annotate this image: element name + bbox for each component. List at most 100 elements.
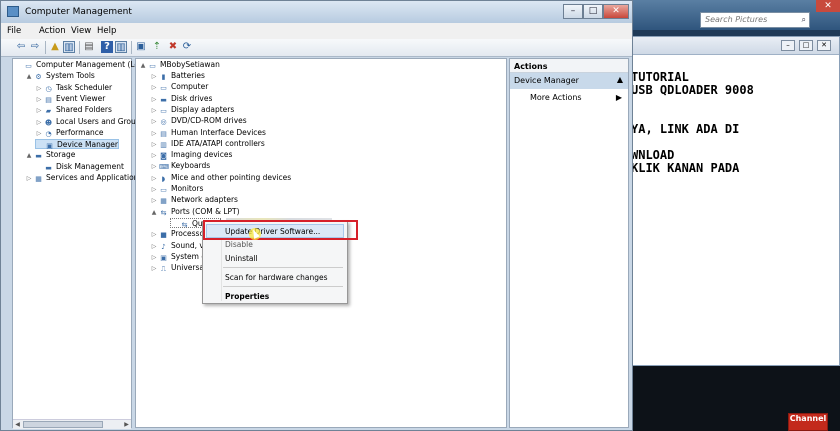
menu-action[interactable]: Action <box>39 26 66 36</box>
computer-management-icon <box>7 6 19 17</box>
tree-item-label: Event Viewer <box>56 93 106 103</box>
tree-item[interactable]: ▷ ▰ Shared Folders <box>35 105 112 115</box>
close-button[interactable]: ✕ <box>603 4 629 19</box>
expand-icon[interactable]: ▷ <box>150 140 158 150</box>
network-icon: ▦ <box>160 197 167 206</box>
show-hide-tree-icon[interactable]: ▥ <box>63 41 75 53</box>
expand-icon[interactable]: ▷ <box>150 151 158 161</box>
scan-hardware-icon[interactable]: ⟳ <box>181 41 193 53</box>
expand-icon[interactable]: ▷ <box>150 196 158 206</box>
device-category[interactable]: ▷ ▥ IDE ATA/ATAPI controllers <box>150 139 265 149</box>
hid-icon: ▤ <box>160 129 167 138</box>
expand-icon[interactable]: ▷ <box>150 129 158 139</box>
more-actions[interactable]: More Actions ▶ <box>510 91 628 105</box>
computer-icon: ▭ <box>25 62 32 70</box>
device-category[interactable]: ▷ ⎍ Universal <box>150 263 206 273</box>
device-category[interactable]: ▷ ◙ Imaging devices <box>150 150 233 161</box>
show-hide-action-pane-icon[interactable]: ▥ <box>115 41 127 53</box>
tree-item[interactable]: ▷ ▤ Event Viewer <box>35 93 106 105</box>
close-button[interactable]: ✕ <box>817 40 831 51</box>
device-icon[interactable]: ▣ <box>135 41 147 53</box>
expand-icon[interactable]: ▷ <box>35 95 43 105</box>
minimize-button[interactable]: – <box>563 4 583 19</box>
expand-icon[interactable]: ▷ <box>35 84 43 94</box>
maximize-button[interactable]: □ <box>799 40 813 51</box>
tree-item[interactable]: ▷ ☻ Local Users and Groups <box>35 117 145 128</box>
sound-icon: ♪ <box>161 242 166 251</box>
menu-item-uninstall[interactable]: Uninstall <box>225 254 258 263</box>
collapse-icon[interactable]: ▲ <box>139 61 147 71</box>
device-category[interactable]: ▷ ♪ Sound, v <box>150 241 204 251</box>
tree-item[interactable]: ▷ ◔ Performance <box>35 128 104 138</box>
left-horizontal-scrollbar[interactable]: ◀ ▶ <box>13 419 131 429</box>
device-category[interactable]: ▷ ▬ Disk drives <box>150 94 213 105</box>
device-category[interactable]: ▷ ▮ Batteries <box>150 71 205 81</box>
tree-item[interactable]: ▲ ▬ Storage <box>25 150 76 161</box>
device-category[interactable]: ▷ ◎ DVD/CD-ROM drives <box>150 116 247 126</box>
expand-icon[interactable]: ▷ <box>150 174 158 184</box>
tree-item[interactable]: ▣ Device Manager <box>35 139 119 150</box>
device-category[interactable]: ▷ ■ Processo <box>150 229 204 239</box>
search-icon[interactable]: ⌕ <box>802 15 806 25</box>
expand-icon[interactable]: ▷ <box>150 242 158 252</box>
expand-icon[interactable]: ▷ <box>35 106 43 116</box>
expand-icon[interactable]: ▷ <box>150 106 158 116</box>
device-category[interactable]: ▷ ▭ Monitors <box>150 184 204 195</box>
tree-item[interactable]: ▬ Disk Management <box>35 162 124 172</box>
device-category[interactable]: ▷ ⌨ Keyboards <box>150 161 210 171</box>
update-driver-icon[interactable]: ⇡ <box>151 41 163 53</box>
scroll-right-icon[interactable]: ▶ <box>122 420 131 429</box>
close-button[interactable]: ✕ <box>816 0 840 12</box>
collapse-icon[interactable]: ▲ <box>25 72 33 82</box>
device-category[interactable]: ▷ ▭ Display adapters <box>150 105 235 116</box>
device-category[interactable]: ▲ ⇆ Ports (COM & LPT) <box>150 207 240 217</box>
tree-item[interactable]: ▷ ▦ Services and Applications <box>25 173 143 184</box>
uninstall-icon[interactable]: ✖ <box>167 41 179 53</box>
menu-item-properties[interactable]: Properties <box>225 292 269 301</box>
expand-icon[interactable]: ▷ <box>150 95 158 105</box>
menu-item-scan-hardware[interactable]: Scan for hardware changes <box>225 273 328 282</box>
expand-icon[interactable]: ▷ <box>35 118 43 128</box>
device-category[interactable]: ▷ ▦ Network adapters <box>150 195 238 205</box>
device-category[interactable]: ▷ ▭ Computer <box>150 82 209 93</box>
tree-item[interactable]: ▭ Computer Management (Local <box>15 60 150 70</box>
expand-icon[interactable]: ▷ <box>150 264 158 274</box>
search-input[interactable]: Search Pictures ⌕ <box>700 12 810 28</box>
document-window-titlebar: – □ ✕ <box>631 37 839 55</box>
export-list-icon[interactable]: ▤ <box>83 41 95 53</box>
expand-icon[interactable]: ▷ <box>35 129 43 139</box>
expand-icon[interactable]: ▷ <box>150 253 158 263</box>
port-icon: ⇆ <box>160 208 167 217</box>
expand-icon[interactable]: ▷ <box>25 174 33 184</box>
maximize-button[interactable]: □ <box>583 4 603 19</box>
tree-item[interactable]: ▷ ◷ Task Scheduler <box>35 83 112 93</box>
help-icon[interactable]: ? <box>101 41 113 53</box>
actions-device-manager[interactable]: Device Manager ▲ <box>510 73 628 89</box>
expand-icon[interactable]: ▷ <box>150 117 158 127</box>
expand-icon[interactable]: ▷ <box>150 185 158 195</box>
expand-icon[interactable]: ▷ <box>150 83 158 93</box>
expand-icon[interactable]: ▷ <box>150 72 158 82</box>
toolbar-separator <box>131 41 132 54</box>
scrollbar-thumb[interactable] <box>23 421 103 428</box>
up-folder-icon[interactable]: ▲ <box>49 41 61 53</box>
title-bar: Computer Management – □ ✕ <box>1 1 632 23</box>
scroll-left-icon[interactable]: ◀ <box>13 420 22 429</box>
forward-icon[interactable]: ⇨ <box>29 41 41 53</box>
minimize-button[interactable]: – <box>781 40 795 51</box>
menu-help[interactable]: Help <box>97 26 116 36</box>
collapse-icon[interactable]: ▲ <box>150 208 158 218</box>
device-category[interactable]: ▷ ▤ Human Interface Devices <box>150 128 266 138</box>
menu-item-disable[interactable]: Disable <box>225 240 253 249</box>
device-tree-root[interactable]: ▲ ▭ MBobySetiawan <box>139 60 220 70</box>
menu-view[interactable]: View <box>71 26 91 36</box>
menu-file[interactable]: File <box>7 26 21 36</box>
collapse-icon[interactable]: ▲ <box>25 151 33 161</box>
device-category[interactable]: ▷ ◗ Mice and other pointing devices <box>150 173 292 184</box>
device-category[interactable]: ▷ ▣ System d <box>150 252 206 262</box>
expand-icon[interactable]: ▷ <box>150 230 158 240</box>
tree-item[interactable]: ▲ ⚙ System Tools <box>25 71 95 81</box>
back-icon[interactable]: ⇦ <box>15 41 27 53</box>
expand-icon[interactable]: ▷ <box>150 162 158 172</box>
collapse-icon[interactable]: ▲ <box>617 75 623 84</box>
